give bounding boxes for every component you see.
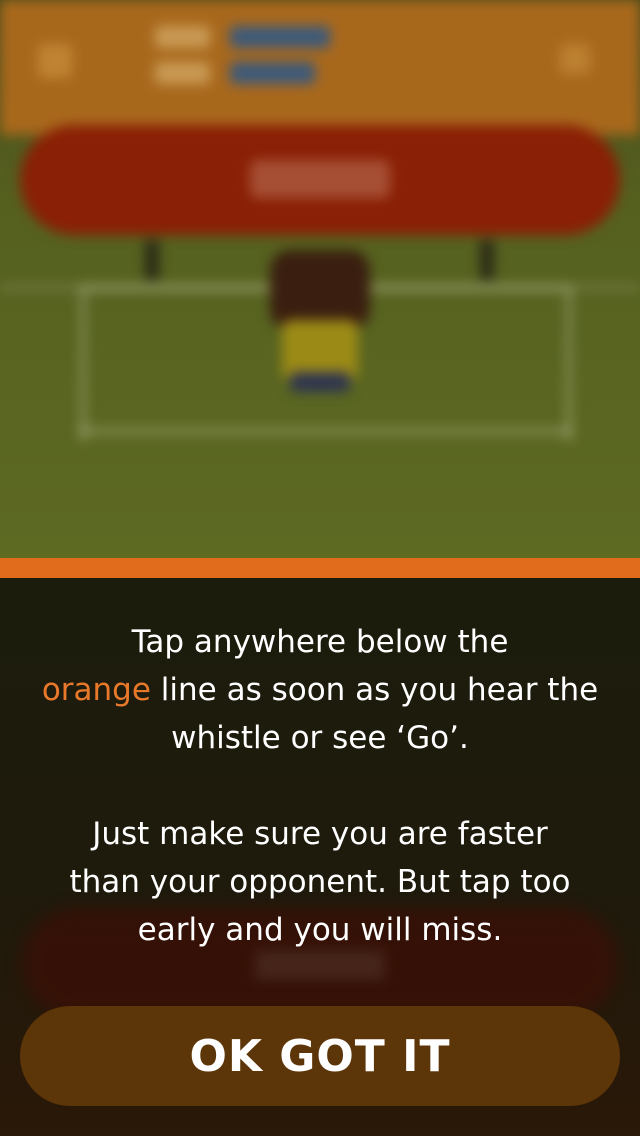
goal-post-right [480,240,494,280]
ok-got-it-button[interactable]: OK GOT IT [20,1006,620,1106]
tutorial-line-1: Tap anywhere below the [131,624,509,660]
blurred-pill-text [255,950,385,980]
tutorial-line-2: orange line as soon as you hear the [40,666,600,714]
orange-highlight: orange [41,672,151,708]
orange-tap-line [0,558,640,578]
opponent-name-block [230,26,330,98]
player-name-block [155,26,210,98]
settings-icon [560,44,590,74]
status-pill-text [250,160,390,198]
goal-post-left [145,240,159,280]
goalkeeper-body [282,320,358,380]
menu-icon [38,44,72,78]
game-scene [0,0,640,560]
ok-got-it-label: OK GOT IT [189,1030,451,1082]
goal-line [80,428,572,434]
tutorial-line-3: whistle or see ‘Go’. [171,720,469,756]
goalkeeper-head [270,250,370,330]
tutorial-text: Tap anywhere below the orange line as so… [40,618,600,954]
tutorial-line-4: Just make sure you are faster [92,816,548,852]
tutorial-line-5: than your opponent. But tap too [69,864,571,900]
tutorial-line-2-rest: line as soon as you hear the [150,672,599,708]
tutorial-line-6: early and you will miss. [137,912,503,948]
goalkeeper-legs [290,372,350,392]
